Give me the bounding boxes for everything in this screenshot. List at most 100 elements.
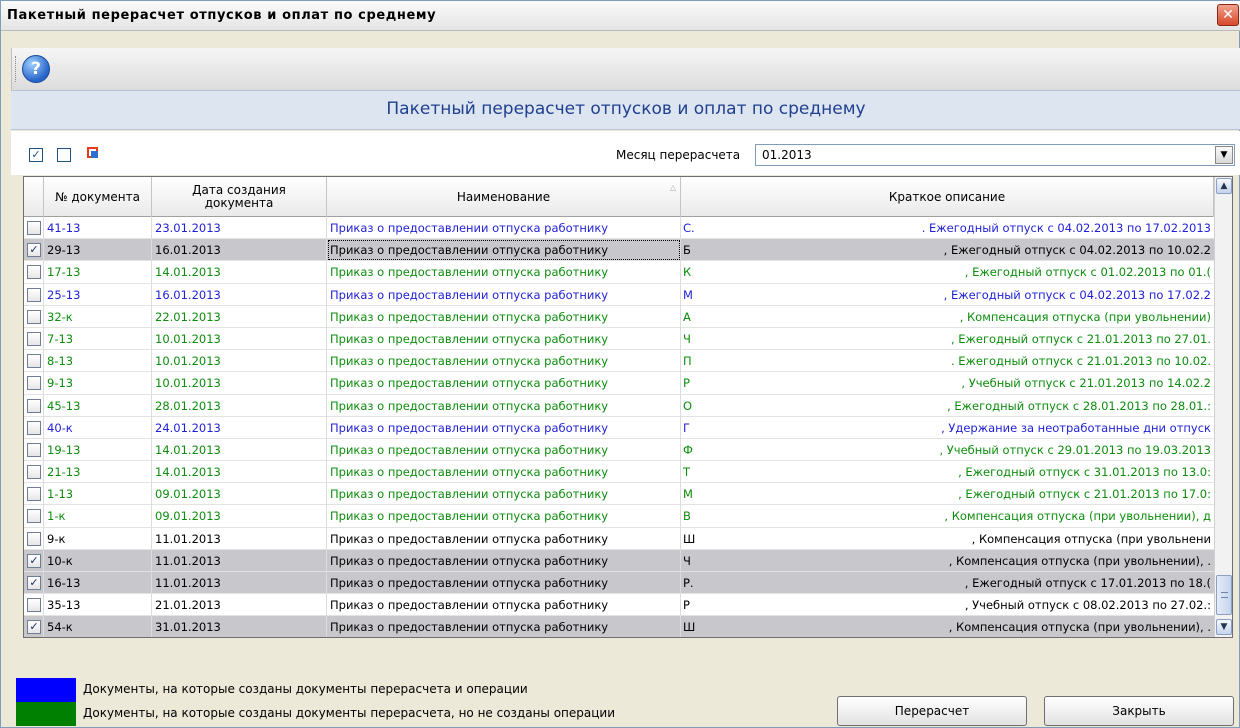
cell-created-date: 09.01.2013 (152, 505, 327, 528)
cell-created-date: 21.01.2013 (152, 594, 327, 617)
filter-bar: ✓ Месяц перерасчета 01.2013 ▼ (11, 131, 1240, 175)
chevron-down-icon[interactable]: ▼ (1215, 146, 1233, 164)
sort-icon: △ (669, 183, 676, 192)
column-created-date[interactable]: Дата создания документа (152, 177, 327, 217)
toolbar: ? (11, 48, 1240, 90)
close-button[interactable]: Закрыть (1044, 696, 1234, 726)
row-checkbox-cell (24, 505, 44, 528)
table-row[interactable]: 32-к 22.01.2013 Приказ о предоставлении от… (24, 305, 1214, 328)
table-row[interactable]: 1-к 09.01.2013 Приказ о предоставлении отп… (24, 505, 1214, 528)
close-icon[interactable]: ✕ (1217, 4, 1239, 26)
row-checkbox-cell (24, 283, 44, 306)
cell-employee: К (683, 265, 692, 280)
cell-employee: О (683, 398, 693, 413)
cell-name: Приказ о предоставлении отпуска работник… (327, 549, 681, 572)
cell-name: Приказ о предоставлении отпуска работник… (327, 416, 681, 439)
invert-selection-icon[interactable] (87, 147, 101, 161)
uncheck-all-icon[interactable] (57, 148, 71, 162)
scroll-up-icon[interactable]: ▲ (1216, 178, 1232, 194)
cell-description: , Компенсация отпуска (при увольнении), … (944, 509, 1211, 524)
legend-swatch-blue (16, 678, 76, 702)
table-row[interactable]: 7-13 10.01.2013 Приказ о предоставлении от… (24, 327, 1214, 351)
table-row[interactable]: ✓ 54-к 31.01.2013 Приказ о предоставлении о… (24, 616, 1214, 637)
cell-doc-number: 19-13 (44, 438, 152, 461)
row-checkbox[interactable] (27, 287, 41, 302)
row-checkbox[interactable] (27, 598, 41, 613)
table-row[interactable]: ✓ 10-к 11.01.2013 Приказ о предоставлении о… (24, 549, 1214, 572)
cell-name: Приказ о предоставлении отпуска работник… (327, 261, 681, 284)
row-checkbox[interactable] (27, 221, 41, 235)
cell-created-date: 14.01.2013 (152, 438, 327, 461)
cell-employee: Ш (683, 620, 695, 635)
table-row[interactable]: 1-13 09.01.2013 Приказ о предоставлении от… (24, 483, 1214, 506)
row-checkbox[interactable] (27, 398, 41, 413)
header-check-column (24, 177, 44, 217)
cell-employee: П (683, 354, 692, 369)
table-row[interactable]: 9-к 11.01.2013 Приказ о предоставлении отп… (24, 527, 1214, 550)
row-checkbox-cell: ✓ (24, 239, 44, 262)
window-title: Пакетный перерасчет отпусков и оплат по … (7, 8, 437, 23)
thumb-grip-icon (1221, 592, 1228, 598)
column-doc-number[interactable]: № документа (44, 177, 152, 217)
row-checkbox[interactable] (27, 331, 41, 346)
cell-description: , Ежегодный отпуск с 21.01.2013 по 27.01… (950, 331, 1211, 346)
row-checkbox-cell (24, 594, 44, 617)
documents-grid: № документа Дата создания документа Наим… (23, 176, 1233, 638)
table-row[interactable]: 45-13 28.01.2013 Приказ о предоставлении о… (24, 394, 1214, 417)
vertical-scrollbar[interactable]: ▲ ▼ (1214, 177, 1232, 637)
cell-description: , Компенсация отпуска (при увольнени (971, 531, 1211, 546)
cell-employee: А (683, 309, 691, 324)
row-checkbox-cell: ✓ (24, 549, 44, 572)
cell-created-date: 11.01.2013 (152, 527, 327, 550)
cell-doc-number: 35-13 (44, 594, 152, 617)
table-row[interactable]: 41-13 23.01.2013 Приказ о предоставлении о… (24, 217, 1214, 240)
row-checkbox-cell (24, 416, 44, 439)
table-row[interactable]: ✓ 16-13 11.01.2013 Приказ о предоставлении … (24, 572, 1214, 595)
row-checkbox[interactable] (27, 376, 41, 391)
row-checkbox[interactable] (27, 420, 41, 435)
cell-doc-number: 29-13 (44, 239, 152, 262)
table-row[interactable]: 19-13 14.01.2013 Приказ о предоставлении о… (24, 438, 1214, 462)
row-checkbox[interactable]: ✓ (27, 553, 41, 568)
title-bar[interactable]: Пакетный перерасчет отпусков и оплат по … (1, 1, 1240, 31)
grid-rows: 41-13 23.01.2013 Приказ о предоставлении о… (24, 217, 1214, 637)
cell-name: Приказ о предоставлении отпуска работник… (327, 217, 681, 239)
cell-created-date: 16.01.2013 (152, 239, 327, 262)
table-row[interactable]: 35-13 21.01.2013 Приказ о предоставлении о… (24, 594, 1214, 617)
row-checkbox[interactable] (27, 509, 41, 524)
column-name[interactable]: Наименование △ (327, 177, 681, 217)
row-checkbox[interactable] (27, 265, 41, 280)
scroll-down-icon[interactable]: ▼ (1216, 619, 1232, 635)
row-checkbox[interactable] (27, 309, 41, 324)
table-row[interactable]: 21-13 14.01.2013 Приказ о предоставлении о… (24, 461, 1214, 484)
row-checkbox[interactable]: ✓ (27, 243, 41, 258)
table-row[interactable]: 17-13 14.01.2013 Приказ о предоставлении о… (24, 261, 1214, 284)
table-row[interactable]: ✓ 29-13 16.01.2013 Приказ о предоставлении … (24, 239, 1214, 262)
column-description[interactable]: Краткое описание (681, 177, 1214, 217)
cell-employee: М (683, 287, 693, 302)
check-all-icon[interactable]: ✓ (29, 148, 43, 162)
table-row[interactable]: 40-к 24.01.2013 Приказ о предоставлении от… (24, 416, 1214, 439)
cell-employee: Р (683, 376, 690, 391)
row-checkbox[interactable]: ✓ (27, 620, 41, 635)
cell-doc-number: 17-13 (44, 261, 152, 284)
cell-doc-number: 8-13 (44, 350, 152, 373)
row-checkbox[interactable] (27, 465, 41, 480)
recalc-button[interactable]: Перерасчет (837, 696, 1027, 726)
legend-item-green: Документы, на которые созданы документы … (16, 702, 716, 726)
scroll-thumb[interactable] (1216, 575, 1232, 615)
row-checkbox[interactable] (27, 531, 41, 546)
table-row[interactable]: 8-13 10.01.2013 Приказ о предоставлении от… (24, 350, 1214, 373)
cell-doc-number: 9-к (44, 527, 152, 550)
row-checkbox[interactable] (27, 354, 41, 369)
cell-created-date: 16.01.2013 (152, 283, 327, 306)
table-row[interactable]: 25-13 16.01.2013 Приказ о предоставлении о… (24, 283, 1214, 306)
row-checkbox[interactable] (27, 442, 41, 457)
toolbar-grip[interactable] (15, 56, 18, 82)
row-checkbox[interactable]: ✓ (27, 576, 41, 590)
help-icon[interactable]: ? (22, 55, 50, 83)
cell-name: Приказ о предоставлении отпуска работник… (327, 527, 681, 550)
month-select[interactable]: 01.2013 ▼ (755, 144, 1235, 166)
row-checkbox[interactable] (27, 487, 41, 502)
table-row[interactable]: 9-13 10.01.2013 Приказ о предоставлении от… (24, 372, 1214, 395)
